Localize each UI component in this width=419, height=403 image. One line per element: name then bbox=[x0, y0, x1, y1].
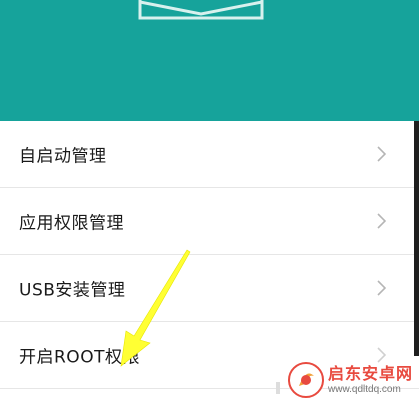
chevron-right-icon bbox=[377, 280, 386, 296]
faint-mark bbox=[276, 382, 280, 394]
header-banner bbox=[0, 0, 419, 121]
watermark-url: www.qdltdq.com bbox=[328, 383, 401, 395]
menu-item-usb-install[interactable]: USB安装管理 bbox=[0, 255, 419, 322]
chevron-right-icon bbox=[377, 213, 386, 229]
menu-item-label: USB安装管理 bbox=[19, 280, 126, 301]
menu-item-app-permissions[interactable]: 应用权限管理 bbox=[0, 188, 419, 255]
watermark: 启东安卓网 www.qdltdq.com bbox=[288, 360, 416, 400]
menu-item-label: 应用权限管理 bbox=[19, 213, 124, 234]
screen-edge bbox=[414, 121, 419, 356]
menu-item-label: 开启ROOT权限 bbox=[19, 347, 140, 368]
menu-item-autostart[interactable]: 自启动管理 bbox=[0, 121, 419, 188]
watermark-logo-icon bbox=[288, 362, 324, 398]
watermark-title: 启东安卓网 bbox=[328, 363, 414, 383]
settings-list: 自启动管理 应用权限管理 USB安装管理 开启ROOT权限 bbox=[0, 121, 419, 389]
menu-item-label: 自启动管理 bbox=[19, 146, 107, 167]
chevron-right-icon bbox=[377, 146, 386, 162]
envelope-emblem-icon bbox=[138, 0, 264, 20]
